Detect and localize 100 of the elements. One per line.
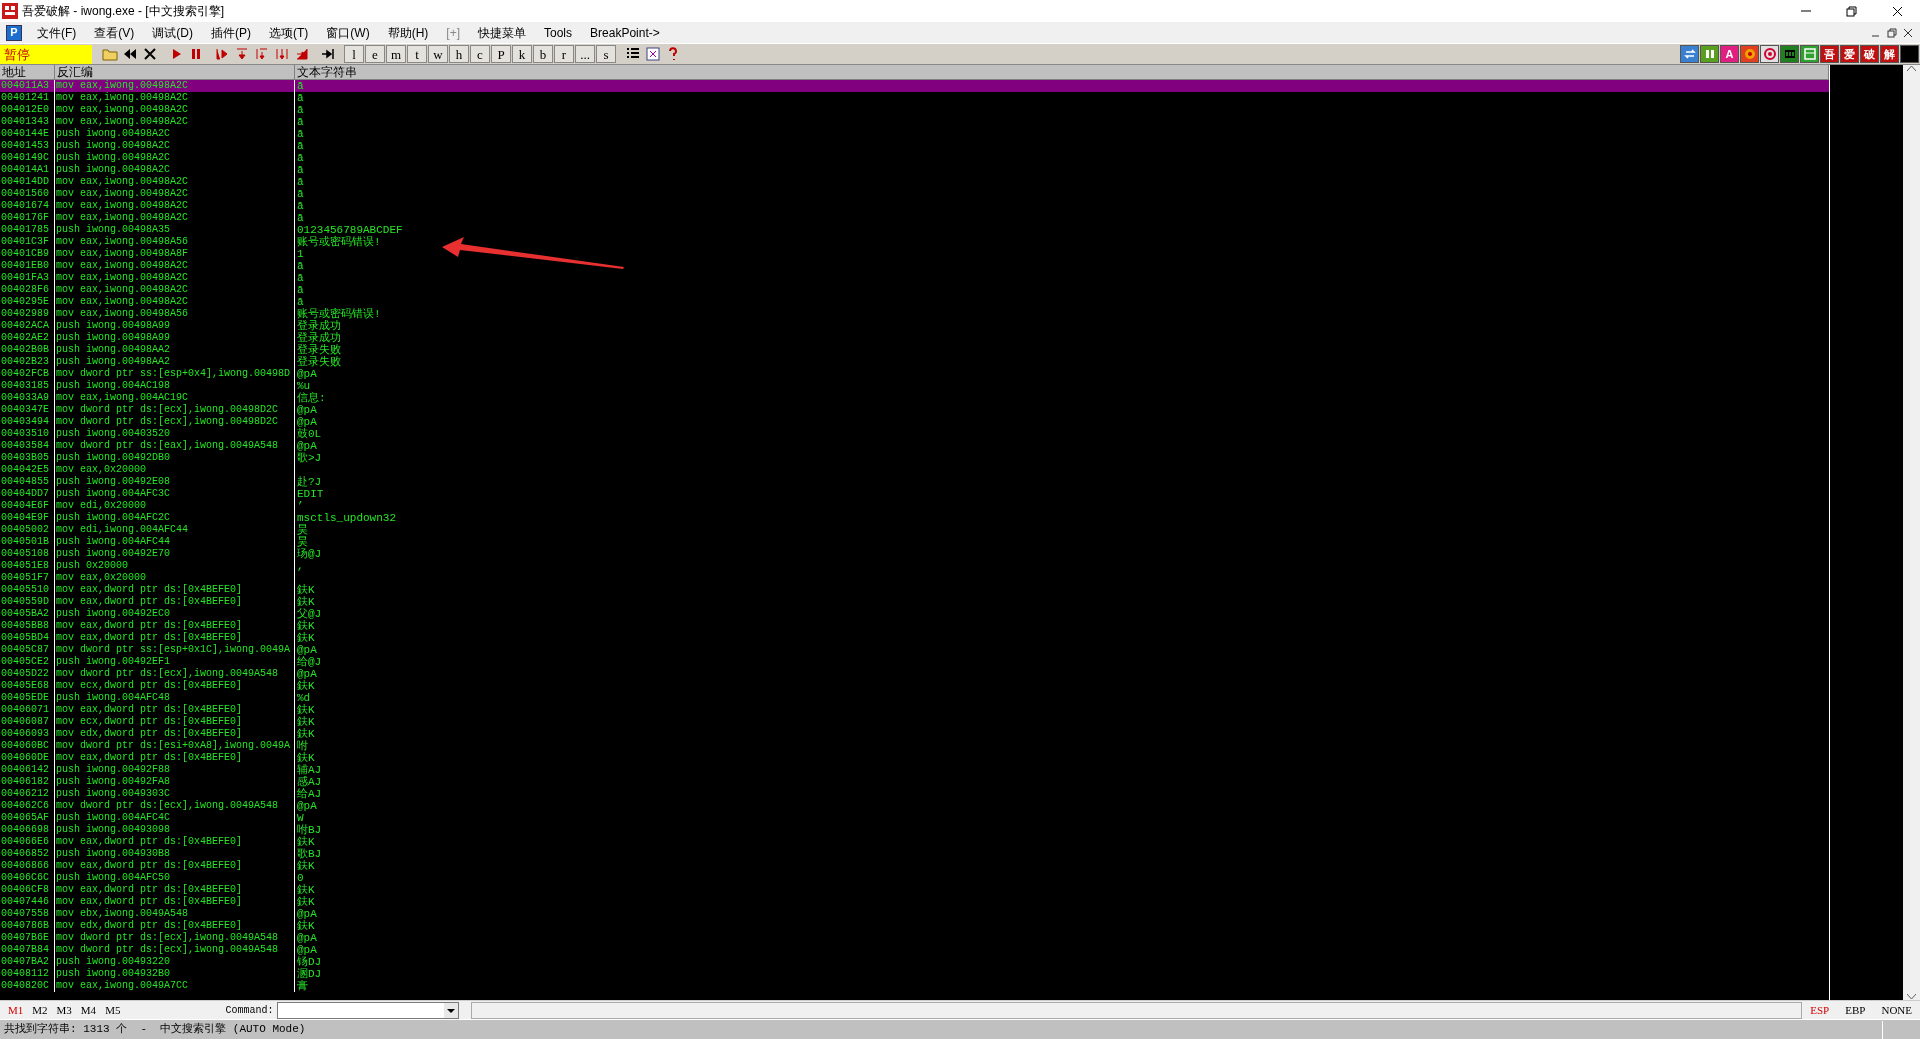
table-row[interactable]: 00403584 mov dword ptr ds:[eax],iwong.0049A548 @pA — [0, 440, 1829, 452]
plugin-button[interactable]: A — [1720, 45, 1739, 63]
table-row[interactable]: 00401FA3 mov eax,iwong.00498A2C ā — [0, 272, 1829, 284]
table-row[interactable]: 00406852 push iwong.004930B8 歌BJ — [0, 848, 1829, 860]
window-button[interactable]: e — [365, 45, 385, 63]
mark-button[interactable]: M4 — [78, 1001, 104, 1019]
window-icon[interactable] — [1800, 45, 1819, 63]
table-row[interactable]: 00406212 push iwong.0049303C 给AJ — [0, 788, 1829, 800]
window-button[interactable]: t — [407, 45, 427, 63]
table-row[interactable]: 004060DE mov eax,dword ptr ds:[0x4BEFE0] 鈇K — [0, 752, 1829, 764]
grid-icon[interactable] — [643, 45, 663, 63]
table-row[interactable]: 0040176F mov eax,iwong.00498A2C ā — [0, 212, 1829, 224]
table-row[interactable]: 00401453 push iwong.00498A2C ā — [0, 140, 1829, 152]
table-row[interactable]: 00403494 mov dword ptr ds:[ecx],iwong.00498D2C @pA — [0, 416, 1829, 428]
window-button[interactable]: ... — [575, 45, 595, 63]
refresh-icon[interactable] — [1680, 45, 1699, 63]
table-row[interactable]: 0040820C mov eax,iwong.0049A7CC 膏 — [0, 980, 1829, 992]
menu-item[interactable]: 选项(T) — [260, 23, 318, 42]
window-button[interactable]: l — [344, 45, 364, 63]
mark-button[interactable]: M2 — [30, 1001, 55, 1019]
scroll-down-icon[interactable] — [1907, 994, 1916, 1000]
table-row[interactable]: 004060BC mov dword ptr ds:[esi+0xA8],iwong.0049A 咐 — [0, 740, 1829, 752]
menu-item[interactable]: Tools — [535, 23, 582, 42]
table-row[interactable]: 00401EB0 mov eax,iwong.00498A2C ā — [0, 260, 1829, 272]
table-row[interactable]: 00405002 mov edi,iwong.004AFC44 昊 — [0, 524, 1829, 536]
table-row[interactable]: 0040295E mov eax,iwong.00498A2C ā — [0, 296, 1829, 308]
table-row[interactable]: 00401C3F mov eax,iwong.00498A56 账号或密码错误! — [0, 236, 1829, 248]
table-row[interactable]: 0040144E push iwong.00498A2C ā — [0, 128, 1829, 140]
table-row[interactable]: 00401785 push iwong.00498A35 0123456789ABCDEF — [0, 224, 1829, 236]
window-button[interactable]: k — [512, 45, 532, 63]
menu-item[interactable]: 查看(V) — [85, 23, 144, 42]
mark-button[interactable]: M5 — [103, 1001, 128, 1019]
target-icon[interactable] — [1740, 45, 1759, 63]
window-button[interactable]: w — [428, 45, 448, 63]
table-row[interactable]: 00406087 mov ecx,dword ptr ds:[0x4BEFE0] 鈇K — [0, 716, 1829, 728]
table-row[interactable]: 00406698 push iwong.00493098 咐BJ — [0, 824, 1829, 836]
table-row[interactable]: 00406866 mov eax,dword ptr ds:[0x4BEFE0] 鈇K — [0, 860, 1829, 872]
table-row[interactable]: 00405108 push iwong.00492E70 玚@J — [0, 548, 1829, 560]
table-row[interactable]: 004065AF push iwong.004AFC4C W — [0, 812, 1829, 824]
table-row[interactable]: 00405BD4 mov eax,dword ptr ds:[0x4BEFE0] 鈇K — [0, 632, 1829, 644]
table-row[interactable]: 00406071 mov eax,dword ptr ds:[0x4BEFE0] 鈇K — [0, 704, 1829, 716]
table-row[interactable]: 004011A3 mov eax,iwong.00498A2C ā — [0, 80, 1829, 92]
table-row[interactable]: 00401343 mov eax,iwong.00498A2C ā — [0, 116, 1829, 128]
register-button[interactable]: EBP — [1837, 1001, 1874, 1019]
table-row[interactable]: 00406C6C push iwong.004AFC50 0 — [0, 872, 1829, 884]
table-row[interactable]: 00401560 mov eax,iwong.00498A2C ā — [0, 188, 1829, 200]
table-row[interactable]: 00402B23 push iwong.00498AA2 登录失败 — [0, 356, 1829, 368]
table-row[interactable]: 004028F6 mov eax,iwong.00498A2C ā — [0, 284, 1829, 296]
restore-icon[interactable] — [1845, 5, 1857, 17]
restore-icon[interactable] — [1886, 26, 1898, 39]
table-row[interactable]: 004062C6 mov dword ptr ds:[ecx],iwong.0049A548 @pA — [0, 800, 1829, 812]
window-button[interactable]: h — [449, 45, 469, 63]
command-combobox[interactable] — [277, 1001, 460, 1019]
pause-icon[interactable] — [1700, 45, 1719, 63]
table-row[interactable]: 0040501B push iwong.004AFC44 昊 — [0, 536, 1829, 548]
plugin-button[interactable]: 吾 — [1820, 45, 1839, 63]
table-row[interactable]: 0040347E mov dword ptr ds:[ecx],iwong.00498D2C @pA — [0, 404, 1829, 416]
menu-item[interactable]: 文件(F) — [28, 23, 86, 42]
table-row[interactable]: 00404DD7 push iwong.004AFC3C EDIT — [0, 488, 1829, 500]
table-row[interactable]: 00407446 mov eax,dword ptr ds:[0x4BEFE0] 鈇K — [0, 896, 1829, 908]
menu-item[interactable]: 快捷菜单 — [469, 23, 535, 42]
table-row[interactable]: 00402989 mov eax,iwong.00498A56 账号或密码错误! — [0, 308, 1829, 320]
window-button[interactable]: b — [533, 45, 553, 63]
table-row[interactable]: 00407B84 mov dword ptr ds:[ecx],iwong.0049A548 @pA — [0, 944, 1829, 956]
table-row[interactable]: 00403B05 push iwong.00492DB0 歌>J — [0, 452, 1829, 464]
table-row[interactable]: 00407B6E mov dword ptr ds:[ecx],iwong.0049A548 @pA — [0, 932, 1829, 944]
table-row[interactable]: 00406182 push iwong.00492FA8 感AJ — [0, 776, 1829, 788]
table-row[interactable]: 00407BA2 push iwong.00493220 钖DJ — [0, 956, 1829, 968]
table-row[interactable]: 00405C87 mov dword ptr ss:[esp+0x1C],iwong.0049A @pA — [0, 644, 1829, 656]
table-row[interactable]: 004014DD mov eax,iwong.00498A2C ā — [0, 176, 1829, 188]
table-row[interactable]: 00408112 push iwong.004932B0 溷DJ — [0, 968, 1829, 980]
table-row[interactable]: 004012E0 mov eax,iwong.00498A2C ā — [0, 104, 1829, 116]
plugin-button[interactable]: 爱 — [1840, 45, 1859, 63]
table-row[interactable]: 00402FCB mov dword ptr ss:[esp+0x4],iwong.00498D @pA — [0, 368, 1829, 380]
window-button[interactable]: m — [386, 45, 406, 63]
table-row[interactable]: 00404E9F push iwong.004AFC2C msctls_updown32 — [0, 512, 1829, 524]
app-menu-icon[interactable]: P — [6, 24, 22, 41]
table-row[interactable]: 00405E68 mov ecx,dword ptr ds:[0x4BEFE0] 鈇K — [0, 680, 1829, 692]
binary-icon[interactable] — [1780, 45, 1799, 63]
register-button[interactable]: NONE — [1873, 1001, 1920, 1019]
table-row[interactable]: 00407558 mov ebx,iwong.0049A548 @pA — [0, 908, 1829, 920]
mark-button[interactable]: M3 — [54, 1001, 79, 1019]
menu-item[interactable]: 帮助(H) — [378, 23, 438, 42]
table-row[interactable]: 00403510 push iwong.00403520 鼓0L — [0, 428, 1829, 440]
mark-button[interactable]: M1 — [6, 1001, 31, 1019]
table-row[interactable]: 00401674 mov eax,iwong.00498A2C ā — [0, 200, 1829, 212]
window-button[interactable]: P — [491, 45, 511, 63]
table-row[interactable]: 004033A9 mov eax,iwong.004AC19C 信息: — [0, 392, 1829, 404]
table-row[interactable]: 00404E6F mov edi,0x20000 ’ — [0, 500, 1829, 512]
menu-item[interactable]: 调试(D) — [143, 23, 202, 42]
table-row[interactable]: 004042E5 mov eax,0x20000 — [0, 464, 1829, 476]
table-row[interactable]: 004051E8 push 0x20000 , — [0, 560, 1829, 572]
register-button[interactable]: ESP — [1802, 1001, 1838, 1019]
table-row[interactable]: 004014A1 push iwong.00498A2C ā — [0, 164, 1829, 176]
table-row[interactable]: 004051F7 mov eax,0x20000 — [0, 572, 1829, 584]
table-row[interactable]: 00405BA2 push iwong.00492EC0 父@J — [0, 608, 1829, 620]
table-row[interactable]: 0040559D mov eax,dword ptr ds:[0x4BEFE0] 鈇K — [0, 596, 1829, 608]
table-row[interactable]: 00406142 push iwong.00492F88 辅AJ — [0, 764, 1829, 776]
window-button[interactable]: r — [554, 45, 574, 63]
table-row[interactable]: 00402B0B push iwong.00498AA2 登录失败 — [0, 344, 1829, 356]
